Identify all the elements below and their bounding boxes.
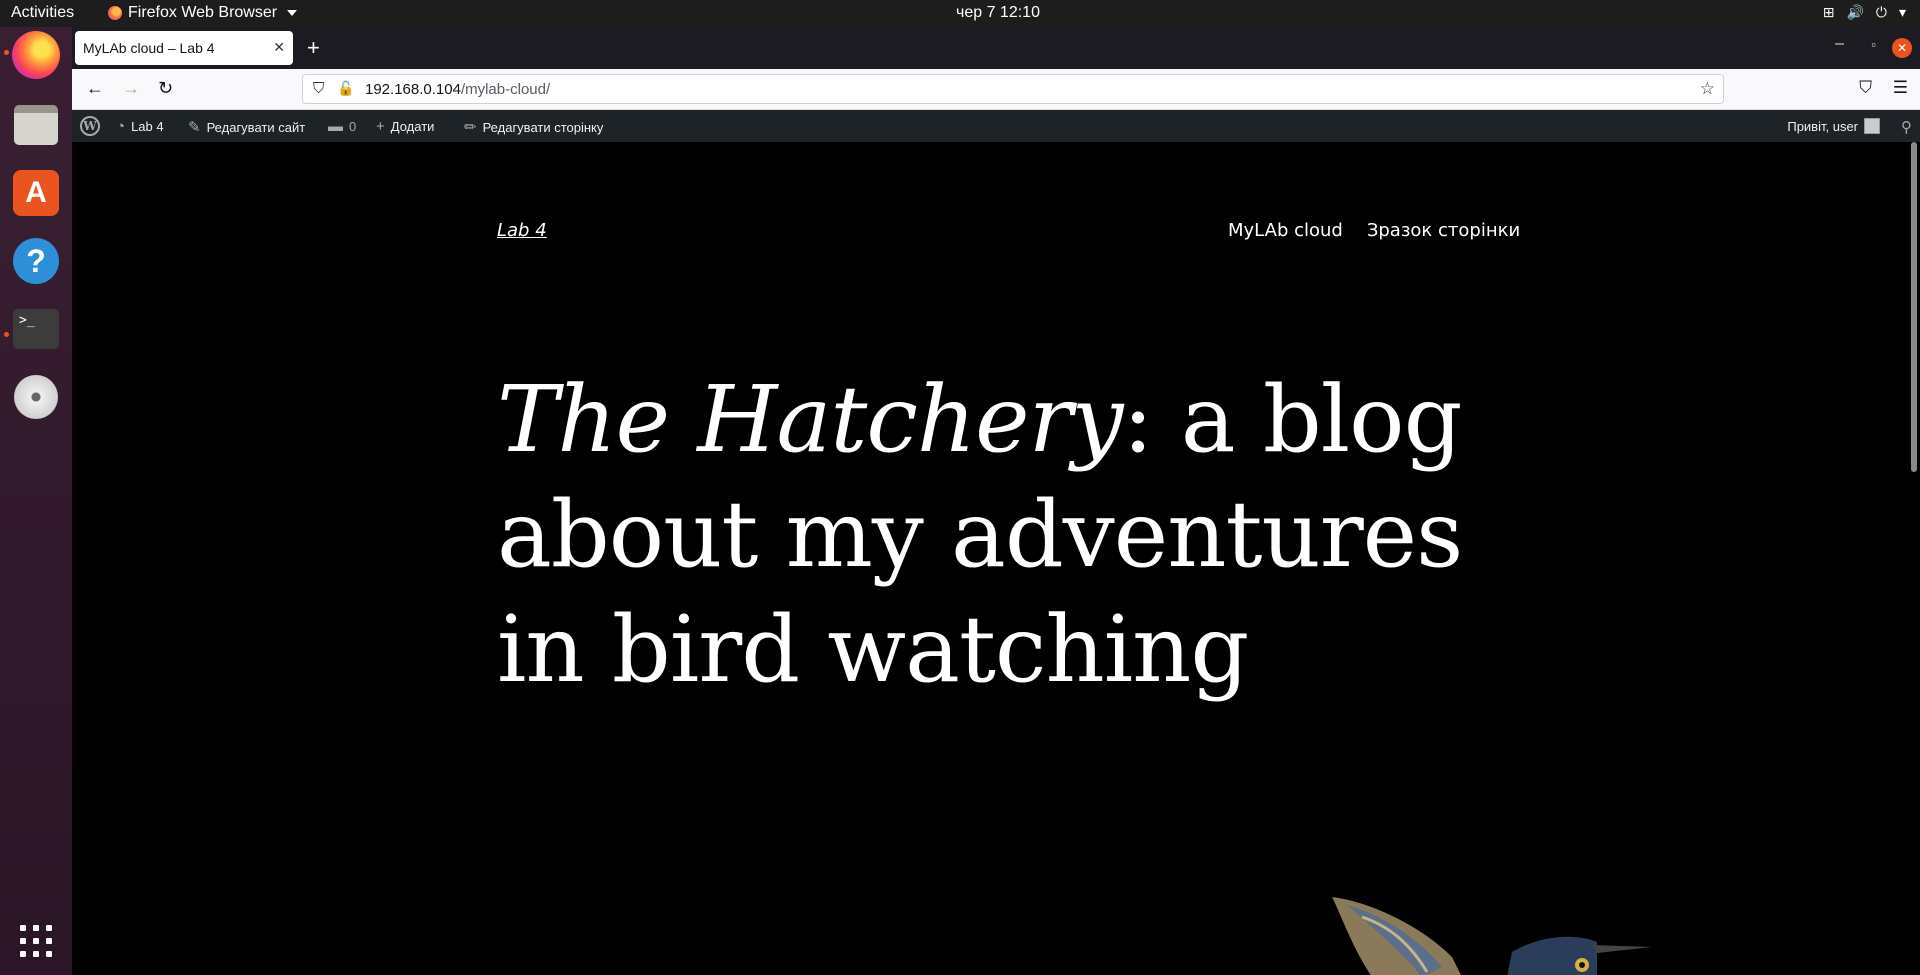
page-content: Lab 4 MyLAb cloud Зразок сторінки The Ha… <box>72 142 1920 975</box>
browser-window: MyLAb cloud – Lab 4 ✕ + – ▫ ✕ ← → ↻ ⛉ 🔓 … <box>72 27 1920 975</box>
tab-active[interactable]: MyLAb cloud – Lab 4 ✕ <box>75 31 293 65</box>
restore-button[interactable]: ▫ <box>1871 37 1876 52</box>
volume-icon: 🔊 <box>1846 4 1864 20</box>
reload-button[interactable]: ↻ <box>158 78 173 99</box>
dock: A ? >_ <box>0 27 72 975</box>
bookmark-star-icon[interactable]: ☆ <box>1700 79 1715 99</box>
pencil-icon: ✏ <box>464 119 477 136</box>
primary-navigation: MyLAb cloud Зразок сторінки <box>1228 220 1520 241</box>
url-path: /mylab-cloud/ <box>460 81 551 98</box>
edit-site-label: Редагувати сайт <box>206 119 306 135</box>
minimize-button[interactable]: – <box>1835 35 1844 53</box>
tab-title: MyLAb cloud – Lab 4 <box>83 40 215 56</box>
dock-terminal[interactable]: >_ <box>11 304 61 354</box>
add-new-label: Додати <box>390 119 435 134</box>
dock-help[interactable]: ? <box>11 236 61 286</box>
url-bar[interactable]: ⛉ 🔓 192.168.0.104/mylab-cloud/ ☆ <box>302 74 1724 104</box>
hero-heading-italic: The Hatchery <box>497 366 1124 473</box>
navigation-bar: ← → ↻ ⛉ 🔓 192.168.0.104/mylab-cloud/ ☆ ⛉… <box>72 69 1920 110</box>
bird-illustration <box>1332 897 1652 975</box>
dashboard-icon: ◔ <box>116 118 126 135</box>
edit-site-link[interactable]: ✎ Редагувати сайт <box>188 118 305 136</box>
edit-page-link[interactable]: ✏ Редагувати сторінку <box>464 118 603 136</box>
wp-admin-bar: W ◔ Lab 4 ✎ Редагувати сайт ▬ 0 + Додати… <box>72 110 1920 142</box>
network-icon: ⊞ <box>1822 4 1835 20</box>
tab-bar: MyLAb cloud – Lab 4 ✕ + – ▫ ✕ <box>72 27 1920 69</box>
pocket-icon[interactable]: ⛉ <box>1859 78 1872 98</box>
edit-page-label: Редагувати сторінку <box>482 119 604 135</box>
site-name-label: Lab 4 <box>131 119 164 134</box>
site-title-link[interactable]: Lab 4 <box>497 220 547 241</box>
dock-files[interactable] <box>11 100 61 150</box>
nav-link-sample-page[interactable]: Зразок сторінки <box>1367 220 1520 241</box>
back-button[interactable]: ← <box>86 78 104 99</box>
dock-software[interactable]: A <box>11 168 61 218</box>
site-name-menu[interactable]: ◔ Lab 4 <box>116 118 164 135</box>
help-icon: ? <box>13 238 59 284</box>
shield-icon[interactable]: ⛉ <box>313 80 324 97</box>
dvd-icon <box>14 375 58 419</box>
my-account-menu[interactable]: Привіт, user <box>1787 118 1880 134</box>
dropdown-caret-icon <box>287 10 298 16</box>
close-tab-icon[interactable]: ✕ <box>273 39 285 56</box>
software-store-icon: A <box>13 170 59 216</box>
new-tab-button[interactable]: + <box>307 35 320 61</box>
chevron-down-icon: ▾ <box>1898 4 1906 20</box>
plus-icon: + <box>376 118 385 135</box>
menu-icon[interactable]: ☰ <box>1893 78 1908 98</box>
nav-link-mylab-cloud[interactable]: MyLAb cloud <box>1228 220 1343 241</box>
wp-logo-menu[interactable]: W <box>80 116 100 136</box>
terminal-icon: >_ <box>13 309 59 349</box>
active-indicator <box>4 50 9 55</box>
insecure-lock-icon[interactable]: 🔓 <box>337 80 354 97</box>
clock[interactable]: чер 7 12:10 <box>956 4 1040 22</box>
greeting-label: Привіт, user <box>1787 118 1858 134</box>
close-window-button[interactable]: ✕ <box>1892 38 1912 58</box>
activities-button[interactable]: Activities <box>11 4 74 22</box>
dock-dvd[interactable] <box>11 372 61 422</box>
page-scrollbar[interactable] <box>1911 142 1917 472</box>
system-top-bar: Activities Firefox Web Browser чер 7 12:… <box>0 0 1920 27</box>
active-indicator <box>4 332 9 337</box>
forward-button[interactable]: → <box>122 78 140 99</box>
avatar <box>1864 118 1880 134</box>
app-menu[interactable]: Firefox Web Browser <box>108 4 298 22</box>
hero-heading: The Hatchery: a blog about my adventures… <box>497 362 1517 707</box>
firefox-icon <box>108 6 122 20</box>
system-tray[interactable]: ⊞ 🔊 ⏻ ▾ <box>1823 4 1906 21</box>
url-host: 192.168.0.104 <box>365 81 461 98</box>
comment-icon: ▬ <box>328 118 343 135</box>
show-apps-icon[interactable] <box>20 925 52 957</box>
brush-icon: ✎ <box>188 119 201 136</box>
files-icon <box>14 105 58 145</box>
power-icon: ⏻ <box>1875 4 1887 20</box>
comments-link[interactable]: ▬ 0 <box>328 118 356 135</box>
app-menu-label: Firefox Web Browser <box>128 4 278 21</box>
comments-count: 0 <box>349 119 357 134</box>
dock-firefox[interactable] <box>11 30 61 80</box>
wordpress-icon: W <box>80 116 100 136</box>
add-new-menu[interactable]: + Додати <box>376 118 434 135</box>
search-icon: ⚲ <box>1901 119 1912 136</box>
search-button[interactable]: ⚲ <box>1901 118 1912 136</box>
firefox-icon <box>12 31 60 79</box>
